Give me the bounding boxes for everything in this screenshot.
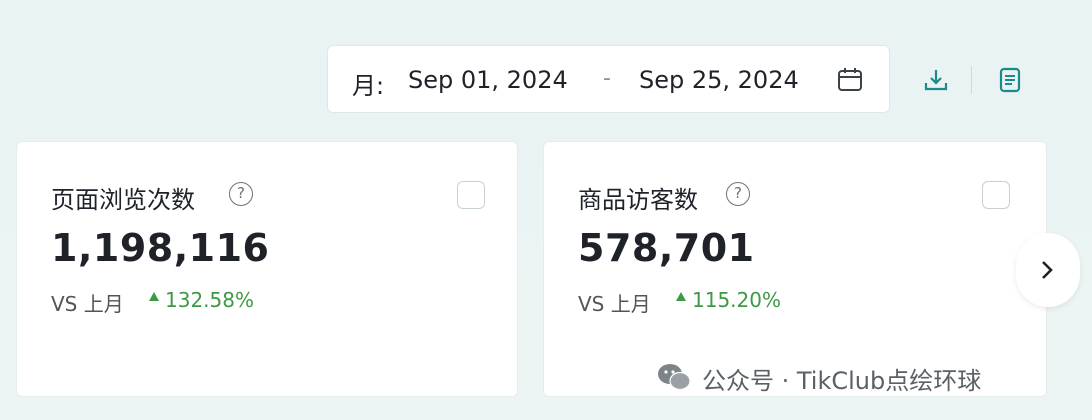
question-icon[interactable]: ? — [229, 182, 253, 206]
date-range-picker[interactable]: 月: Sep 01, 2024 - Sep 25, 2024 — [327, 45, 890, 113]
card-select-checkbox[interactable] — [982, 181, 1010, 209]
next-cards-button[interactable] — [1016, 233, 1080, 307]
chevron-right-icon — [1042, 261, 1053, 279]
report-icon[interactable] — [996, 66, 1024, 94]
card-title: 商品访客数 — [578, 186, 698, 214]
compare-label: VS 上月 — [578, 292, 651, 316]
card-title: 页面浏览次数 — [51, 186, 195, 214]
trend-up-icon — [676, 292, 686, 301]
start-date[interactable]: Sep 01, 2024 — [408, 66, 568, 94]
download-icon[interactable] — [922, 66, 950, 94]
compare-label: VS 上月 — [51, 292, 124, 316]
end-date[interactable]: Sep 25, 2024 — [639, 66, 799, 94]
wechat-icon — [658, 364, 691, 391]
metric-card-product-visitors: 商品访客数 ? 578,701 VS 上月 115.20% — [543, 141, 1047, 397]
date-separator: - — [603, 66, 611, 91]
trend-up-icon — [149, 292, 159, 301]
change-percent: 115.20% — [692, 288, 781, 312]
toolbar-divider — [971, 66, 972, 94]
granularity-label: 月: — [352, 72, 385, 100]
change-percent: 132.58% — [165, 288, 254, 312]
watermark-text: 公众号 · TikClub点绘环球 — [702, 367, 982, 395]
card-select-checkbox[interactable] — [457, 181, 485, 209]
calendar-icon[interactable] — [836, 66, 864, 94]
metric-value: 1,198,116 — [51, 226, 270, 270]
question-icon[interactable]: ? — [726, 182, 750, 206]
metric-value: 578,701 — [578, 226, 755, 270]
metric-card-page-views: 页面浏览次数 ? 1,198,116 VS 上月 132.58% — [16, 141, 518, 397]
